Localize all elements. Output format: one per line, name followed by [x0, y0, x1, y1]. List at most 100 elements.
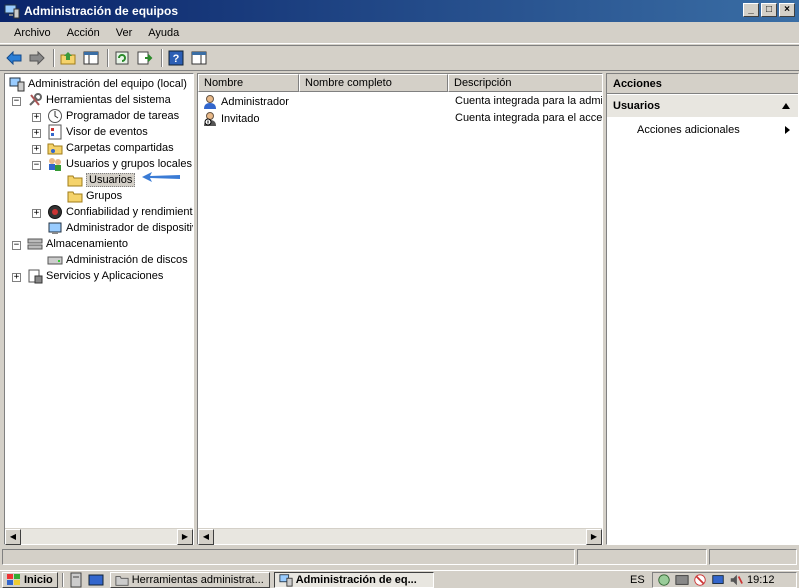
- refresh-button[interactable]: [112, 48, 132, 68]
- clock[interactable]: 19:12: [747, 574, 775, 586]
- scroll-left-button[interactable]: ◀: [5, 529, 21, 545]
- tree-item-task-scheduler[interactable]: Programador de tareas: [47, 108, 179, 124]
- status-panel: [709, 549, 797, 565]
- forward-arrow-icon: [29, 51, 45, 65]
- show-desktop-icon[interactable]: [88, 572, 104, 588]
- disabled-user-icon: [204, 112, 216, 126]
- tree-item-groups[interactable]: Grupos: [67, 188, 122, 204]
- tree-item-disk-management[interactable]: Administración de discos: [47, 252, 188, 268]
- tree-label-task-scheduler: Programador de tareas: [66, 110, 180, 122]
- column-header-name[interactable]: Nombre: [198, 74, 299, 92]
- tree-expander-reliability[interactable]: +: [32, 209, 41, 218]
- services-icon: [28, 269, 43, 284]
- taskbar-label: Herramientas administrat...: [131, 573, 264, 586]
- menu-bar: Archivo Acción Ver Ayuda: [0, 22, 799, 44]
- submenu-arrow-icon: [785, 126, 790, 134]
- taskbar-label: Administración de eq...: [295, 573, 417, 586]
- server-manager-icon[interactable]: [68, 572, 84, 588]
- show-hide-action-pane-button[interactable]: [189, 48, 209, 68]
- list-row-administrador[interactable]: Administrador Cuenta integrada para la a…: [198, 93, 602, 110]
- user-name: Administrador: [221, 96, 289, 108]
- toolbar-separator: [161, 49, 163, 67]
- volume-icon[interactable]: [729, 573, 743, 587]
- tree-item-system-tools[interactable]: Herramientas del sistema: [27, 92, 171, 108]
- tree-expander-event-viewer[interactable]: +: [32, 129, 41, 138]
- help-button[interactable]: ?: [166, 48, 186, 68]
- status-panel: [577, 549, 707, 565]
- computer-management-icon: [9, 77, 25, 92]
- performance-icon: [48, 205, 62, 219]
- tree-label-users: Usuarios: [86, 173, 136, 187]
- toolbar: ?: [0, 45, 799, 71]
- back-button[interactable]: [4, 48, 24, 68]
- collapse-up-icon: [782, 103, 790, 109]
- status-bar: [0, 547, 799, 567]
- tree-item-shared-folders[interactable]: Carpetas compartidas: [47, 140, 174, 156]
- tree-item-device-manager[interactable]: Administrador de dispositivos: [47, 220, 193, 236]
- show-hide-tree-button[interactable]: [81, 48, 101, 68]
- console-tree[interactable]: Administración del equipo (local) − Herr…: [4, 73, 194, 545]
- start-label: Inicio: [24, 573, 53, 586]
- taskbar-button-computer-management[interactable]: Administración de eq...: [273, 571, 434, 588]
- tree-label-root: Administración del equipo (local): [28, 78, 187, 90]
- clock-icon: [48, 109, 62, 123]
- scroll-right-button[interactable]: ▶: [586, 529, 602, 545]
- tree-item-services[interactable]: Servicios y Aplicaciones: [27, 268, 163, 284]
- minimize-button[interactable]: _: [743, 3, 759, 17]
- more-actions-item[interactable]: Acciones adicionales: [637, 124, 740, 136]
- user-name: Invitado: [221, 113, 260, 125]
- tree-horizontal-scrollbar[interactable]: ◀ ▶: [5, 528, 193, 545]
- tree-expander-task-scheduler[interactable]: +: [32, 113, 41, 122]
- export-list-icon: [137, 51, 153, 65]
- tree-expander-system-tools[interactable]: −: [12, 97, 21, 106]
- more-actions-label: Acciones adicionales: [637, 124, 740, 136]
- monitor-icon[interactable]: [711, 573, 725, 587]
- svg-text:?: ?: [173, 53, 180, 65]
- actions-section-users[interactable]: Usuarios: [607, 95, 798, 117]
- tree-item-users[interactable]: Usuarios: [67, 172, 136, 188]
- tree-item-event-viewer[interactable]: Visor de eventos: [47, 124, 148, 140]
- column-header-description[interactable]: Descripción: [448, 74, 602, 92]
- vm-tools-icon[interactable]: [675, 573, 689, 587]
- tree-item-root[interactable]: Administración del equipo (local): [9, 76, 187, 92]
- refresh-icon: [115, 51, 129, 65]
- list-horizontal-scrollbar[interactable]: ◀ ▶: [198, 528, 602, 545]
- security-icon[interactable]: [693, 573, 707, 587]
- forward-button[interactable]: [27, 48, 47, 68]
- actions-header: Acciones: [607, 74, 798, 94]
- scroll-right-button[interactable]: ▶: [177, 529, 193, 545]
- taskbar-button-admin-tools[interactable]: Herramientas administrat...: [109, 571, 270, 588]
- language-indicator[interactable]: ES: [630, 574, 645, 586]
- network-icon[interactable]: [657, 573, 671, 587]
- tree-label-device-manager: Administrador de dispositivos: [66, 222, 193, 234]
- maximize-button[interactable]: □: [761, 3, 777, 17]
- actions-section-label: Usuarios: [613, 100, 661, 112]
- menu-accion[interactable]: Acción: [59, 25, 108, 41]
- tree-expander-local-users[interactable]: −: [32, 161, 41, 170]
- system-tray: 19:12: [652, 572, 797, 588]
- title-bar[interactable]: Administración de equipos _ □ ×: [0, 0, 799, 22]
- menu-ver[interactable]: Ver: [108, 25, 141, 41]
- show-hide-action-pane-icon: [191, 51, 207, 65]
- scroll-left-button[interactable]: ◀: [198, 529, 214, 545]
- menu-archivo[interactable]: Archivo: [6, 25, 59, 41]
- tree-label-event-viewer: Visor de eventos: [66, 126, 148, 138]
- tree-expander-shared-folders[interactable]: +: [32, 145, 41, 154]
- user-icon: [204, 95, 216, 109]
- tree-label-services: Servicios y Aplicaciones: [46, 270, 164, 282]
- pointer-arrow-icon: [142, 172, 180, 182]
- tree-expander-storage[interactable]: −: [12, 241, 21, 250]
- tree-expander-services[interactable]: +: [12, 273, 21, 282]
- tree-item-reliability[interactable]: Confiabilidad y rendimiento: [47, 204, 193, 220]
- shared-folder-icon: [47, 143, 63, 155]
- up-level-button[interactable]: [58, 48, 78, 68]
- export-list-button[interactable]: [135, 48, 155, 68]
- start-button[interactable]: Inicio: [2, 571, 58, 588]
- results-list[interactable]: Nombre Nombre completo Descripción Admin…: [197, 73, 603, 545]
- close-button[interactable]: ×: [779, 3, 795, 17]
- column-header-full-name[interactable]: Nombre completo: [299, 74, 448, 92]
- menu-ayuda[interactable]: Ayuda: [140, 25, 187, 41]
- list-row-invitado[interactable]: Invitado Cuenta integrada para el acceso: [198, 110, 602, 127]
- folder-icon: [67, 175, 83, 187]
- tree-item-storage[interactable]: Almacenamiento: [27, 236, 128, 252]
